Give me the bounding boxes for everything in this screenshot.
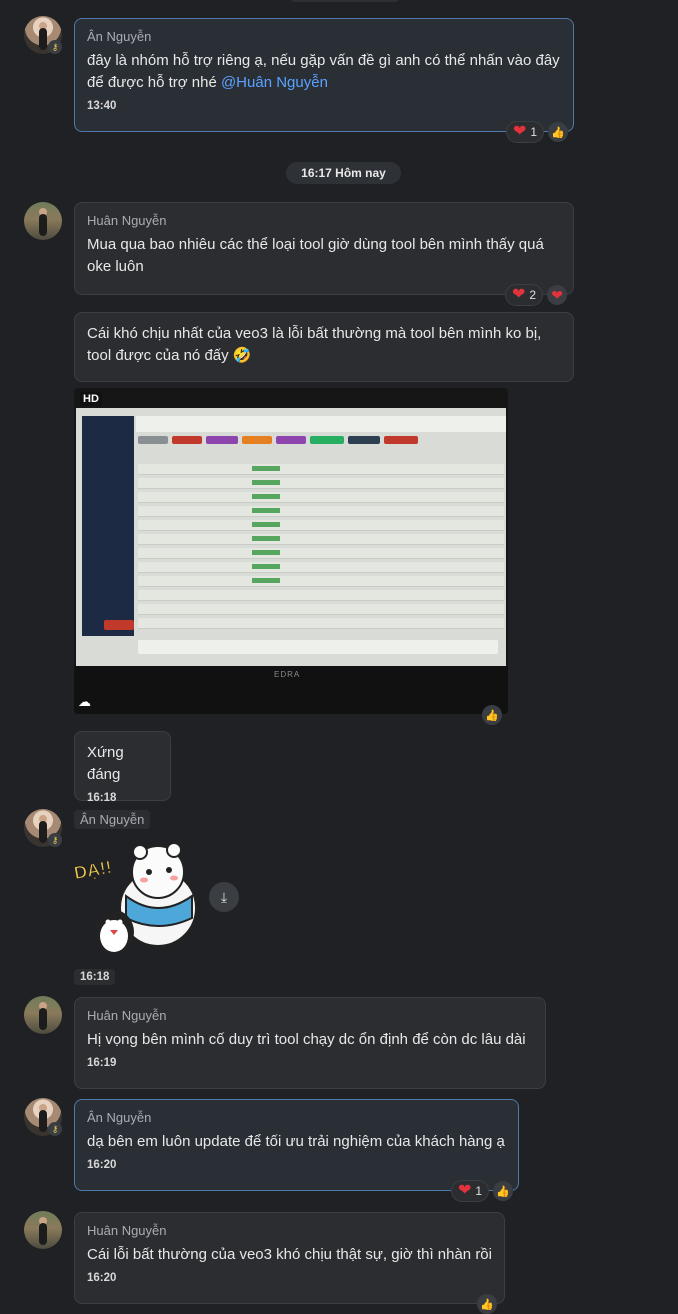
message-time: 16:20 — [87, 1272, 117, 1284]
thumbs-up-icon[interactable]: 👍 — [482, 705, 502, 725]
key-icon: ⚷ — [48, 40, 62, 54]
download-icon[interactable]: ⤓ — [209, 882, 239, 912]
message-text: Hị vọng bên mình cố duy trì tool chạy dc… — [87, 1031, 526, 1048]
message-time: 16:18 — [74, 969, 116, 985]
sender-name: Huân Nguyễn — [87, 1008, 167, 1023]
key-icon: ⚷ — [48, 833, 62, 847]
avatar[interactable] — [24, 1211, 62, 1249]
message-time: 16:19 — [87, 1057, 117, 1069]
reaction-pill[interactable]: ❤ 2 — [505, 284, 544, 306]
reaction-count: 2 — [529, 288, 537, 302]
sender-name: Ân Nguyễn — [87, 29, 152, 44]
thumbs-up-icon[interactable]: 👍 — [493, 1181, 514, 1201]
reaction-pill[interactable]: ❤ 1 — [451, 1180, 490, 1202]
heart-react-button[interactable]: ❤ — [547, 285, 568, 305]
message-text: Mua qua bao nhiêu các thể loại tool giờ … — [87, 236, 544, 275]
message-text: đây là nhóm hỗ trợ riêng ạ, nếu gặp vấn … — [87, 52, 560, 91]
photo-screen — [76, 408, 506, 666]
sender-name: Huân Nguyễn — [87, 213, 167, 228]
message-bubble[interactable]: Huân Nguyễn Hị vọng bên mình cố duy trì … — [74, 997, 546, 1089]
reaction-count: 1 — [530, 125, 538, 139]
hd-badge: HD — [80, 392, 102, 406]
message-text: Cái lỗi bất thường của veo3 khó chịu thậ… — [87, 1246, 492, 1263]
reaction-bar: ❤ 1 👍 — [451, 1180, 514, 1202]
reaction-pill[interactable]: ❤ 1 — [506, 121, 545, 143]
key-icon: ⚷ — [48, 1122, 62, 1136]
brand-label: EDRA — [274, 670, 301, 679]
sticker[interactable]: DẠ!! — [72, 838, 204, 958]
heart-icon: ❤ — [458, 1182, 472, 1199]
emoji: 🤣 — [232, 347, 252, 364]
message-bubble[interactable]: Ân Nguyễn đây là nhóm hỗ trợ riêng ạ, nế… — [74, 18, 574, 132]
avatar[interactable] — [24, 996, 62, 1034]
thumbs-up-icon[interactable]: 👍 — [548, 122, 569, 142]
message-time: 13:40 — [87, 100, 117, 112]
message-bubble[interactable]: Huân Nguyễn Cái lỗi bất thường của veo3 … — [74, 1212, 505, 1304]
reaction-bar: ❤ 2 ❤ — [505, 284, 568, 306]
reaction-bar: ❤ 1 👍 — [506, 121, 569, 143]
reaction-count: 1 — [475, 1184, 483, 1198]
heart-icon: ❤ — [512, 286, 526, 303]
message-text: dạ bên em luôn update để tối ưu trải ngh… — [87, 1133, 505, 1150]
avatar[interactable] — [24, 202, 62, 240]
thumbs-up-icon[interactable]: 👍 — [477, 1294, 497, 1314]
message-text: Xứng đáng — [87, 744, 124, 783]
monitor-bezel: EDRA — [74, 666, 508, 714]
sender-name: Ân Nguyễn — [74, 810, 151, 829]
day-separator: 16:17 Hôm nay — [286, 162, 401, 184]
message-time: 16:18 — [87, 792, 117, 804]
message-bubble[interactable]: Huân Nguyễn Mua qua bao nhiêu các thể lo… — [74, 202, 574, 295]
message-bubble[interactable]: Ân Nguyễn dạ bên em luôn update để tối ư… — [74, 1099, 519, 1191]
message-photo[interactable]: EDRA HD ☁ — [74, 388, 508, 714]
sender-name: Ân Nguyễn — [87, 1110, 152, 1125]
message-text: Cái khó chịu nhất của veo3 là lỗi bất th… — [87, 325, 542, 364]
scroll-edge — [290, 0, 400, 2]
message-bubble[interactable]: Cái khó chịu nhất của veo3 là lỗi bất th… — [74, 312, 574, 382]
message-time: 16:20 — [87, 1159, 117, 1171]
heart-icon: ❤ — [513, 123, 527, 140]
sender-name: Huân Nguyễn — [87, 1223, 167, 1238]
cloud-icon: ☁ — [78, 694, 91, 709]
mention-link[interactable]: @Huân Nguyễn — [221, 74, 328, 91]
message-bubble[interactable]: Xứng đáng 16:18 — [74, 731, 171, 804]
